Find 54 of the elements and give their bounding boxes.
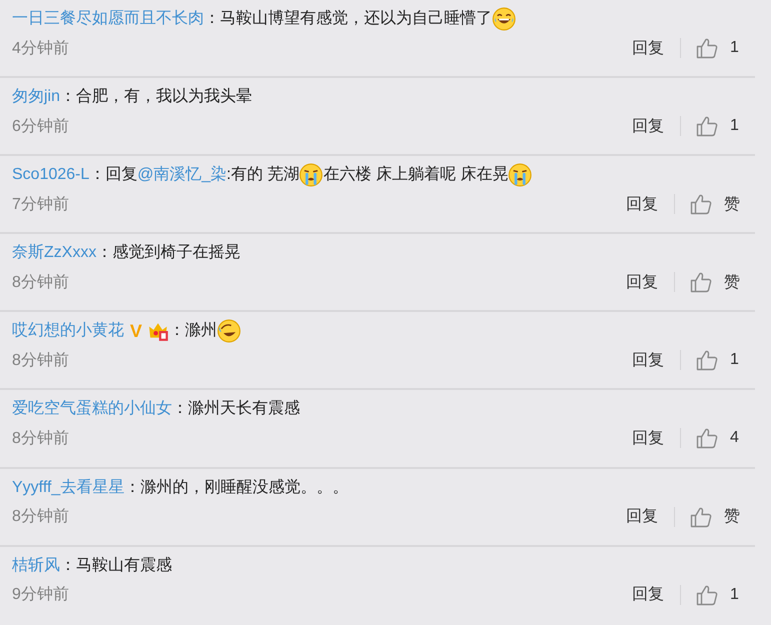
like-count: 1 [730,351,740,370]
comment-text: 奈斯ZzXxxx：感觉到椅子在摇晃 [12,240,740,266]
timestamp: 4分钟前 [12,38,70,58]
username-link[interactable]: 哎幻想的小黄花 [12,318,124,344]
crying-emoji-icon [299,163,324,188]
comment-text: 桔斩风：马鞍山有震感 [12,552,740,579]
username-link[interactable]: Sco1026-L [12,162,90,188]
thumbs-up-icon[interactable] [690,271,712,294]
username-link[interactable]: 一日三餐尽如愿而且不长肉 [12,6,204,32]
like-count: 1 [730,586,740,604]
like-count: 1 [730,39,740,57]
reply-button[interactable]: 回复 [626,506,658,528]
reply-button[interactable]: 回复 [632,350,664,371]
thumbs-up-icon[interactable] [696,427,718,450]
thumbs-up-icon[interactable] [696,584,718,606]
like-count: 4 [730,429,740,448]
like-count: 赞 [724,507,740,528]
laughing-emoji-icon [492,7,516,31]
thumbs-up-icon[interactable] [696,115,718,138]
reply-button[interactable]: 回复 [626,194,658,215]
username-link[interactable]: 奈斯ZzXxxx [12,240,96,266]
timestamp: 8分钟前 [12,272,70,293]
laughing-emoji-icon [217,319,242,344]
like-count: 赞 [724,272,740,293]
reply-button[interactable]: 回复 [632,38,664,58]
timestamp: 9分钟前 [12,585,70,606]
timestamp: 6分钟前 [12,116,70,137]
username-link[interactable]: 桔斩风 [12,552,60,579]
reply-button[interactable]: 回复 [626,272,658,293]
reply-button[interactable]: 回复 [632,584,664,606]
timestamp: 8分钟前 [12,428,70,449]
mention-link[interactable]: @南溪忆_染 [137,162,227,188]
timestamp: 8分钟前 [12,350,70,371]
thumbs-up-icon[interactable] [696,349,718,372]
username-link[interactable]: 爱吃空气蛋糕的小仙女 [12,396,172,422]
comment-text: 一日三餐尽如愿而且不长肉：马鞍山博望有感觉，还以为自己睡懵了 [12,6,740,32]
thumbs-up-icon[interactable] [690,506,712,528]
comment-text: 爱吃空气蛋糕的小仙女：滁州天长有震感 [12,396,740,422]
comment-text: Yyyfff_去看星星：滁州的，刚睡醒没感觉。。。 [12,474,740,501]
comment-text: 哎幻想的小黄花 V ：滁州 [12,318,740,344]
timestamp: 7分钟前 [12,194,70,215]
verified-label: V [130,320,142,344]
thumbs-up-icon[interactable] [690,193,712,216]
username-link[interactable]: 匆匆jin [12,84,60,110]
reply-button[interactable]: 回复 [632,428,664,449]
thumbs-up-icon[interactable] [696,37,718,59]
like-count: 1 [730,117,740,136]
like-count: 赞 [724,194,740,215]
reply-button[interactable]: 回复 [632,116,664,137]
username-link[interactable]: Yyyfff_去看星星 [12,474,124,501]
timestamp: 8分钟前 [12,507,70,528]
crying-emoji-icon [508,163,532,188]
comment-text: Sco1026-L：回复@南溪忆_染:有的 芜湖 在六楼 床上躺着呢 床在晃 [12,162,740,188]
comment-text: 匆匆jin：合肥，有，我以为我头晕 [12,84,740,110]
